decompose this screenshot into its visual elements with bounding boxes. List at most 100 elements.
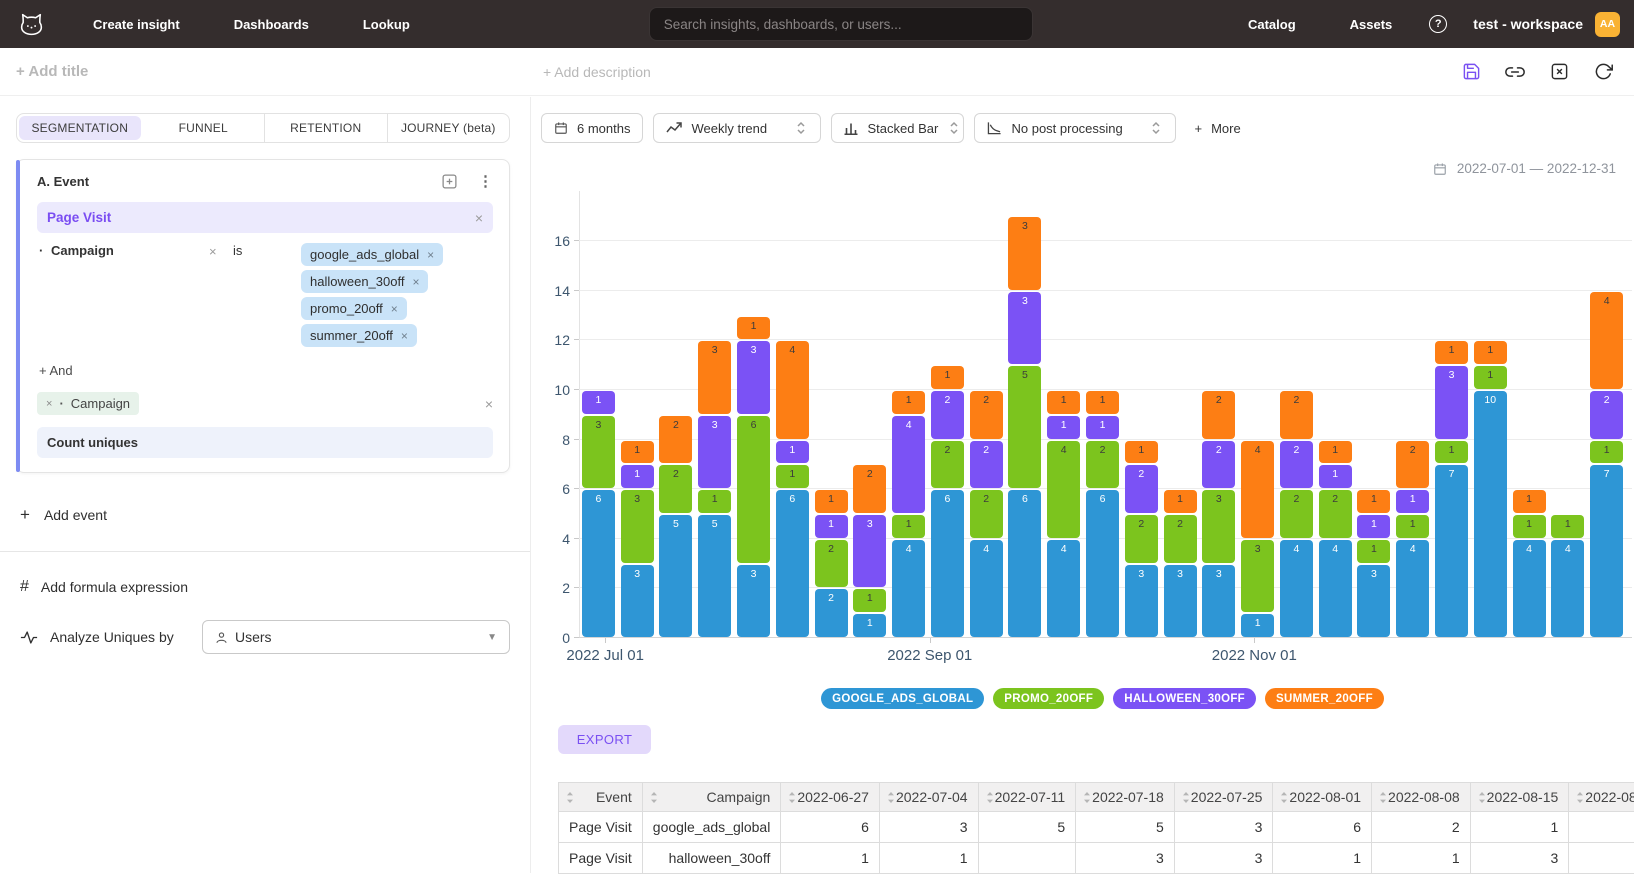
bar-segment-summer_20off[interactable]: 1 [1474,341,1507,364]
bar-segment-summer_20off[interactable]: 1 [815,490,848,513]
bar-segment-halloween_30off[interactable]: 2 [1202,441,1235,489]
bar-segment-halloween_30off[interactable]: 1 [621,465,654,488]
bar-segment-google_ads_global[interactable]: 6 [582,490,615,637]
bar-segment-google_ads_global[interactable]: 4 [970,540,1003,637]
bar-segment-google_ads_global[interactable]: 7 [1435,465,1468,637]
sort-icon[interactable] [886,791,896,804]
bar-segment-halloween_30off[interactable]: 2 [931,391,964,439]
bar-segment-summer_20off[interactable]: 1 [1047,391,1080,414]
bar-segment-promo_20off[interactable]: 3 [1241,540,1274,612]
bar-segment-promo_20off[interactable]: 2 [659,465,692,513]
bar-2022-10-10[interactable]: 321 [1164,490,1197,637]
add-description-field[interactable]: + Add description [543,64,651,80]
bar-segment-google_ads_global[interactable]: 1 [1241,614,1274,637]
tab-journey-beta[interactable]: JOURNEY (beta) [388,114,510,142]
bar-segment-promo_20off[interactable]: 1 [1590,441,1623,464]
bar-segment-halloween_30off[interactable]: 1 [776,441,809,464]
sort-icon[interactable] [1575,791,1585,804]
workspace-name[interactable]: test - workspace [1473,16,1583,32]
bar-segment-summer_20off[interactable]: 4 [1590,292,1623,389]
bar-segment-google_ads_global[interactable]: 6 [776,490,809,637]
close-icon[interactable] [1548,61,1570,83]
bar-segment-summer_20off[interactable]: 1 [1513,490,1546,513]
bar-segment-summer_20off[interactable]: 2 [1396,441,1429,489]
sort-icon[interactable] [1477,791,1487,804]
sort-icon[interactable] [787,791,797,804]
date-preset-button[interactable]: 6 months [541,113,643,143]
bar-segment-google_ads_global[interactable]: 3 [737,565,770,637]
bar-segment-google_ads_global[interactable]: 7 [1590,465,1623,637]
filter-operator[interactable]: is [233,243,301,258]
nav-lookup[interactable]: Lookup [363,17,410,32]
bar-segment-halloween_30off[interactable]: 4 [892,416,925,513]
remove-filter-value-icon[interactable]: × [427,248,434,262]
bar-2022-10-03[interactable]: 3221 [1125,441,1158,637]
bar-segment-summer_20off[interactable]: 1 [1357,490,1390,513]
bar-segment-promo_20off[interactable]: 2 [1280,490,1313,538]
bar-2022-09-05[interactable]: 4222 [970,391,1003,637]
bar-segment-google_ads_global[interactable]: 3 [1125,565,1158,637]
nav-catalog[interactable]: Catalog [1248,17,1296,32]
add-event-button[interactable]: + Add event [20,505,510,525]
bar-segment-halloween_30off[interactable]: 3 [853,515,886,587]
remove-breakdown-row-icon[interactable]: × [485,396,493,412]
sort-icon[interactable] [565,791,575,804]
bar-segment-google_ads_global[interactable]: 3 [621,565,654,637]
chart-type-select[interactable]: Stacked Bar [831,113,964,143]
sort-icon[interactable] [1378,791,1388,804]
bar-segment-google_ads_global[interactable]: 2 [815,589,848,637]
sort-icon[interactable] [985,791,995,804]
bar-segment-summer_20off[interactable]: 1 [1164,490,1197,513]
add-and-condition[interactable]: + And [39,363,493,378]
bar-segment-halloween_30off[interactable]: 3 [698,416,731,488]
bar-2022-12-12[interactable]: 411 [1513,490,1546,637]
remove-breakdown-icon[interactable]: × [46,398,52,410]
bar-segment-promo_20off[interactable]: 1 [892,515,925,538]
more-options-button[interactable]: + More [1194,121,1240,136]
bar-segment-promo_20off[interactable]: 1 [853,589,886,612]
bar-segment-halloween_30off[interactable]: 2 [970,441,1003,489]
bar-segment-promo_20off[interactable]: 1 [698,490,731,513]
add-formula-button[interactable]: # Add formula expression [20,578,510,596]
bar-segment-google_ads_global[interactable]: 6 [1086,490,1119,637]
bar-2022-11-14[interactable]: 3111 [1357,490,1390,637]
bar-segment-google_ads_global[interactable]: 4 [892,540,925,637]
bar-segment-halloween_30off[interactable]: 1 [1396,490,1429,513]
sort-icon[interactable] [649,791,659,804]
bar-segment-google_ads_global[interactable]: 4 [1551,540,1584,637]
avatar[interactable]: AA [1595,12,1620,37]
nav-assets[interactable]: Assets [1350,17,1393,32]
bar-segment-promo_20off[interactable]: 6 [737,416,770,563]
tab-segmentation[interactable]: SEGMENTATION [19,116,141,140]
bar-segment-promo_20off[interactable]: 2 [1164,515,1197,563]
bar-segment-promo_20off[interactable]: 2 [1125,515,1158,563]
bar-segment-halloween_30off[interactable]: 3 [1008,292,1041,364]
bar-2022-12-26[interactable]: 7124 [1590,292,1623,637]
bar-segment-summer_20off[interactable]: 4 [1241,441,1274,538]
bar-segment-google_ads_global[interactable]: 10 [1474,391,1507,637]
search-input[interactable] [649,7,1033,41]
bar-segment-halloween_30off[interactable]: 1 [1319,465,1352,488]
kebab-menu-icon[interactable]: ⋮ [478,174,493,189]
bar-2022-08-29[interactable]: 6221 [931,366,964,637]
bar-2022-06-27[interactable]: 631 [582,391,615,637]
bar-segment-promo_20off[interactable]: 3 [1202,490,1235,562]
bar-segment-halloween_30off[interactable]: 2 [1125,465,1158,513]
bar-segment-summer_20off[interactable]: 1 [737,317,770,340]
bar-segment-summer_20off[interactable]: 1 [1086,391,1119,414]
post-processing-select[interactable]: No post processing [974,113,1176,143]
remove-filter-value-icon[interactable]: × [412,275,419,289]
bar-2022-11-28[interactable]: 7131 [1435,341,1468,637]
bar-segment-google_ads_global[interactable]: 6 [1008,490,1041,637]
filter-value-chip[interactable]: summer_20off× [301,324,417,347]
bar-segment-promo_20off[interactable]: 1 [1435,441,1468,464]
trend-granularity-select[interactable]: Weekly trend [653,113,821,143]
remove-event-icon[interactable]: × [475,210,483,226]
sort-icon[interactable] [1181,791,1191,804]
bar-2022-09-26[interactable]: 6211 [1086,391,1119,637]
bar-segment-summer_20off[interactable]: 1 [621,441,654,464]
copy-link-icon[interactable] [1504,61,1526,83]
bar-segment-halloween_30off[interactable]: 1 [1357,515,1390,538]
bar-2022-07-04[interactable]: 3311 [621,441,654,637]
sort-icon[interactable] [1279,791,1289,804]
